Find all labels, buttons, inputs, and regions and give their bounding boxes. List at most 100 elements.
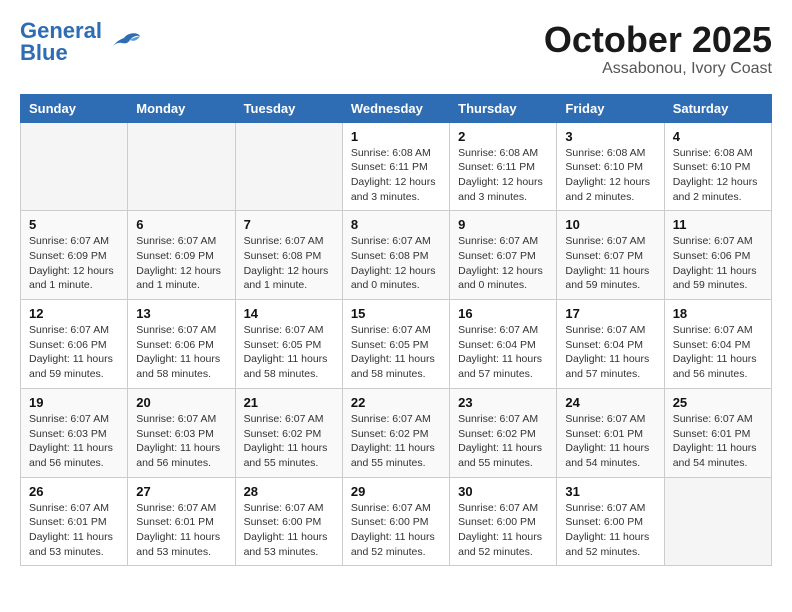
calendar-day-cell: 14 Sunrise: 6:07 AMSunset: 6:05 PMDayligh… [235,300,342,389]
logo-bird-icon [104,30,142,60]
day-number: 14 [244,306,334,321]
calendar-day-cell: 11 Sunrise: 6:07 AMSunset: 6:06 PMDayligh… [664,211,771,300]
day-info: Sunrise: 6:07 AMSunset: 6:06 PMDaylight:… [673,234,763,293]
day-number: 27 [136,484,226,499]
day-info: Sunrise: 6:07 AMSunset: 6:09 PMDaylight:… [136,234,226,293]
calendar-week-row: 19 Sunrise: 6:07 AMSunset: 6:03 PMDayligh… [21,388,772,477]
day-info: Sunrise: 6:07 AMSunset: 6:04 PMDaylight:… [565,323,655,382]
logo: GeneralBlue [20,20,142,64]
day-number: 19 [29,395,119,410]
day-info: Sunrise: 6:07 AMSunset: 6:00 PMDaylight:… [458,501,548,560]
day-number: 11 [673,217,763,232]
day-info: Sunrise: 6:08 AMSunset: 6:10 PMDaylight:… [673,146,763,205]
day-info: Sunrise: 6:07 AMSunset: 6:04 PMDaylight:… [673,323,763,382]
day-number: 5 [29,217,119,232]
calendar-day-cell: 26Sunrise: 6:07 AMSunset: 6:01 PMDayligh… [21,477,128,566]
calendar-day-cell: 13 Sunrise: 6:07 AMSunset: 6:06 PMDayligh… [128,300,235,389]
calendar-day-cell: 17 Sunrise: 6:07 AMSunset: 6:04 PMDayligh… [557,300,664,389]
day-info: Sunrise: 6:07 AMSunset: 6:01 PMDaylight:… [136,501,226,560]
day-number: 22 [351,395,441,410]
day-number: 24 [565,395,655,410]
month-title: October 2025 [544,20,772,60]
day-info: Sunrise: 6:08 AMSunset: 6:11 PMDaylight:… [351,146,441,205]
day-info: Sunrise: 6:07 AMSunset: 6:07 PMDaylight:… [458,234,548,293]
calendar-week-row: 1 Sunrise: 6:08 AMSunset: 6:11 PMDaylight… [21,122,772,211]
calendar-day-cell: 24 Sunrise: 6:07 AMSunset: 6:01 PMDayligh… [557,388,664,477]
weekday-header-friday: Friday [557,94,664,122]
calendar-empty-cell [128,122,235,211]
day-number: 1 [351,129,441,144]
day-number: 12 [29,306,119,321]
day-info: Sunrise: 6:07 AMSunset: 6:01 PMDaylight:… [673,412,763,471]
day-number: 17 [565,306,655,321]
calendar-day-cell: 4 Sunrise: 6:08 AMSunset: 6:10 PMDaylight… [664,122,771,211]
day-number: 28 [244,484,334,499]
day-number: 4 [673,129,763,144]
day-info: Sunrise: 6:07 AMSunset: 6:00 PMDaylight:… [565,501,655,560]
page-header: GeneralBlue October 2025 Assabonou, Ivor… [20,20,772,78]
day-info: Sunrise: 6:07 AMSunset: 6:00 PMDaylight:… [351,501,441,560]
calendar-day-cell: 30 Sunrise: 6:07 AMSunset: 6:00 PMDayligh… [450,477,557,566]
calendar-empty-cell [21,122,128,211]
calendar-day-cell: 15 Sunrise: 6:07 AMSunset: 6:05 PMDayligh… [342,300,449,389]
day-info: Sunrise: 6:07 AMSunset: 6:06 PMDaylight:… [136,323,226,382]
day-number: 15 [351,306,441,321]
calendar-empty-cell [664,477,771,566]
calendar-day-cell: 28 Sunrise: 6:07 AMSunset: 6:00 PMDayligh… [235,477,342,566]
weekday-header-thursday: Thursday [450,94,557,122]
day-info: Sunrise: 6:07 AMSunset: 6:02 PMDaylight:… [351,412,441,471]
calendar-empty-cell [235,122,342,211]
calendar-table: SundayMondayTuesdayWednesdayThursdayFrid… [20,94,772,567]
calendar-day-cell: 10Sunrise: 6:07 AMSunset: 6:07 PMDayligh… [557,211,664,300]
day-number: 16 [458,306,548,321]
calendar-day-cell: 18Sunrise: 6:07 AMSunset: 6:04 PMDayligh… [664,300,771,389]
calendar-day-cell: 31 Sunrise: 6:07 AMSunset: 6:00 PMDayligh… [557,477,664,566]
calendar-day-cell: 1 Sunrise: 6:08 AMSunset: 6:11 PMDaylight… [342,122,449,211]
weekday-header-sunday: Sunday [21,94,128,122]
day-number: 8 [351,217,441,232]
day-number: 23 [458,395,548,410]
calendar-day-cell: 29 Sunrise: 6:07 AMSunset: 6:00 PMDayligh… [342,477,449,566]
calendar-day-cell: 23 Sunrise: 6:07 AMSunset: 6:02 PMDayligh… [450,388,557,477]
day-info: Sunrise: 6:07 AMSunset: 6:06 PMDaylight:… [29,323,119,382]
calendar-day-cell: 22 Sunrise: 6:07 AMSunset: 6:02 PMDayligh… [342,388,449,477]
day-info: Sunrise: 6:07 AMSunset: 6:09 PMDaylight:… [29,234,119,293]
calendar-day-cell: 6Sunrise: 6:07 AMSunset: 6:09 PMDaylight… [128,211,235,300]
day-info: Sunrise: 6:07 AMSunset: 6:01 PMDaylight:… [565,412,655,471]
calendar-day-cell: 16 Sunrise: 6:07 AMSunset: 6:04 PMDayligh… [450,300,557,389]
calendar-day-cell: 8 Sunrise: 6:07 AMSunset: 6:08 PMDaylight… [342,211,449,300]
day-number: 13 [136,306,226,321]
calendar-day-cell: 19 Sunrise: 6:07 AMSunset: 6:03 PMDayligh… [21,388,128,477]
calendar-week-row: 26 Sunrise: 6:07 AMSunset: 6:01 PMDayligh… [21,477,772,566]
weekday-header-saturday: Saturday [664,94,771,122]
day-info: Sunrise: 6:07 AMSunset: 6:00 PMDaylight:… [244,501,334,560]
day-info: Sunrise: 6:08 AMSunset: 6:11 PMDaylight:… [458,146,548,205]
day-info: Sunrise: 6:07 AMSunset: 6:05 PMDaylight:… [244,323,334,382]
day-number: 26 [29,484,119,499]
calendar-week-row: 12 Sunrise: 6:07 AMSunset: 6:06 PMDayligh… [21,300,772,389]
day-info: Sunrise: 6:07 AMSunset: 6:02 PMDaylight:… [458,412,548,471]
title-section: October 2025 Assabonou, Ivory Coast [544,20,772,78]
calendar-day-cell: 5 Sunrise: 6:07 AMSunset: 6:09 PMDaylight… [21,211,128,300]
day-number: 25 [673,395,763,410]
day-info: Sunrise: 6:07 AMSunset: 6:03 PMDaylight:… [29,412,119,471]
day-info: Sunrise: 6:07 AMSunset: 6:03 PMDaylight:… [136,412,226,471]
day-info: Sunrise: 6:07 AMSunset: 6:04 PMDaylight:… [458,323,548,382]
day-number: 10 [565,217,655,232]
day-info: Sunrise: 6:07 AMSunset: 6:08 PMDaylight:… [351,234,441,293]
day-number: 3 [565,129,655,144]
calendar-day-cell: 9 Sunrise: 6:07 AMSunset: 6:07 PMDaylight… [450,211,557,300]
day-number: 31 [565,484,655,499]
calendar-day-cell: 21Sunrise: 6:07 AMSunset: 6:02 PMDayligh… [235,388,342,477]
weekday-header-tuesday: Tuesday [235,94,342,122]
day-info: Sunrise: 6:07 AMSunset: 6:08 PMDaylight:… [244,234,334,293]
day-number: 29 [351,484,441,499]
day-number: 9 [458,217,548,232]
day-info: Sunrise: 6:07 AMSunset: 6:05 PMDaylight:… [351,323,441,382]
calendar-day-cell: 12 Sunrise: 6:07 AMSunset: 6:06 PMDayligh… [21,300,128,389]
day-number: 20 [136,395,226,410]
day-number: 30 [458,484,548,499]
calendar-day-cell: 27 Sunrise: 6:07 AMSunset: 6:01 PMDayligh… [128,477,235,566]
calendar-day-cell: 25 Sunrise: 6:07 AMSunset: 6:01 PMDayligh… [664,388,771,477]
calendar-day-cell: 3Sunrise: 6:08 AMSunset: 6:10 PMDaylight… [557,122,664,211]
